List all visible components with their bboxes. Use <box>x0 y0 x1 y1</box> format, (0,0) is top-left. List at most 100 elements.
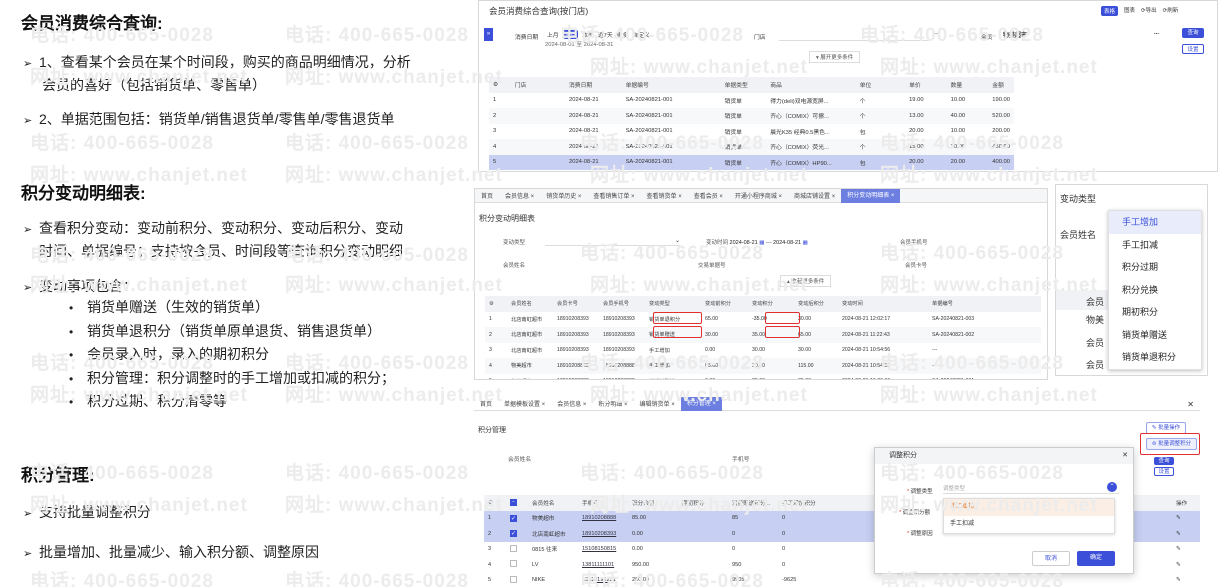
table-cell[interactable]: 15108150815 <box>578 542 628 558</box>
close-icon[interactable]: ✕ <box>1122 451 1128 459</box>
table-row[interactable]: 5 NIKE 13110191231 280.00 9905 -9625 ✎ <box>484 573 1200 587</box>
col-settings-icon[interactable]: ⚙ <box>489 77 511 93</box>
col-header: 手工增加积分 <box>778 495 858 511</box>
row-checkbox[interactable] <box>506 542 528 558</box>
table-row[interactable]: 5物美超市1891020888818910208888销货单赠送0.0085.0… <box>485 374 1041 379</box>
select-all-checkbox[interactable]: − <box>506 495 528 511</box>
sub-item-text: 会员录入时，录入的期初积分 <box>87 346 269 362</box>
date-opt-more[interactable]: 更多 <box>617 30 629 39</box>
tab-item[interactable]: 会员信息 × <box>551 399 592 408</box>
dot-bullet-icon: • <box>69 395 74 409</box>
watermark-text: 电话: 400-665-0028 <box>285 133 469 154</box>
col-header: 积分余额 <box>628 495 678 511</box>
table-row[interactable]: 1 2024-08-21 SA-20240821-001 销货单 得力(deli)双电源… <box>489 93 1014 109</box>
ok-button[interactable]: 确定 <box>1077 551 1115 566</box>
table-cell[interactable]: 18910208393 <box>578 526 628 542</box>
table-view-button[interactable]: 表格 <box>1101 6 1119 16</box>
table-cell[interactable]: 13811111101 <box>578 557 628 573</box>
edit-icon[interactable]: ✎ <box>1172 573 1200 587</box>
query-button[interactable]: 查询 <box>1154 457 1174 465</box>
query-button[interactable]: 查询 <box>1182 28 1204 38</box>
section-title-points-detail: 积分变动明细表: <box>21 184 146 203</box>
date-to[interactable]: 2024-08-21 <box>773 240 801 246</box>
tab-item[interactable]: 查看会员 × <box>688 191 729 200</box>
tab-item[interactable]: 会员信息 × <box>499 191 540 200</box>
col-settings-icon[interactable]: ⚙ <box>484 495 506 511</box>
export-button[interactable]: ⟳导出 <box>1141 6 1157 16</box>
table-cell: 115.00 <box>798 362 814 369</box>
table-cell: NIKE <box>532 577 546 584</box>
date-opt-this-month[interactable]: 本月 <box>562 30 579 39</box>
edit-icon[interactable]: ✎ <box>1172 510 1200 526</box>
store-select[interactable] <box>779 31 929 41</box>
date-opt-this-week[interactable]: 本周 <box>582 30 594 39</box>
edit-icon[interactable]: ✎ <box>1172 557 1200 573</box>
table-cell: 0 <box>782 546 786 553</box>
table-row[interactable]: 4 物美超市 18910208888 18910208888 手工增加 85.00 30.0… <box>485 358 1041 374</box>
expand-sidebar-icon[interactable]: » <box>484 28 493 41</box>
tab-item[interactable]: 积分变动明细表 × <box>841 189 901 203</box>
row-checkbox[interactable] <box>506 573 528 587</box>
table-cell: 包 <box>855 154 906 170</box>
chart-view-button[interactable]: 图表 <box>1124 6 1135 16</box>
arrow-bullet-icon: ➢ <box>23 282 33 294</box>
table-cell[interactable]: 18910208888 <box>578 510 628 526</box>
date-opt-last-month[interactable]: 上月 <box>547 30 559 39</box>
date-from[interactable]: 2024-08-21 <box>730 240 758 246</box>
row-checkbox[interactable] <box>506 557 528 573</box>
edit-icon[interactable]: ✎ <box>1172 542 1200 558</box>
option-manual-deduct[interactable]: 手工扣减 <box>1109 234 1201 257</box>
option-initial[interactable]: 期初积分 <box>1109 301 1201 324</box>
option-expired[interactable]: 积分过期 <box>1109 256 1201 279</box>
table-row[interactable]: 5 2024-08-21 SA-20240821-001 销货单 齐心（COMIX）HP… <box>489 154 1014 170</box>
collapse-conditions-button[interactable]: ▴ 收起更多条件 <box>780 275 832 287</box>
table-row[interactable]: 3 北店南虹超市 18910208393 18910208393 手工增加 0.00 30.… <box>485 343 1041 359</box>
edit-icon[interactable]: ✎ <box>1172 526 1200 542</box>
row-checkbox[interactable]: ✓ <box>506 526 528 542</box>
date-opt-custom[interactable]: 自定义 <box>632 30 649 39</box>
row-checkbox[interactable]: ✓ <box>506 510 528 526</box>
date-opt-7days[interactable]: 近7天 <box>598 30 613 39</box>
page-title: 积分管理 <box>478 427 506 434</box>
table-cell[interactable]: 13110191231 <box>578 573 628 587</box>
table-cell: 18910208393 <box>557 331 589 338</box>
tab-item[interactable]: 开通小程序商城 × <box>729 191 788 200</box>
tab-item[interactable]: 单据模板设置 × <box>498 399 551 408</box>
table-row[interactable]: 2 2024-08-21 SA-20240821-001 销货单 齐心（COMIX）可擦… <box>489 108 1014 124</box>
option-sales-gift[interactable]: 销货单赠送 <box>1109 324 1201 347</box>
table-row[interactable]: 2 北店南虹超市 18910208393 18910208393 销货单赠送 30.00 3… <box>485 327 1041 343</box>
table-row[interactable]: 4 2024-08-21 SA-20240821-001 销货单 齐心（COMIX）荧光… <box>489 139 1014 155</box>
table-row[interactable]: 1 北店南虹超市 18910208393 18910208393 销货单退积分 65.00… <box>485 312 1041 328</box>
settings-button[interactable]: 设置 <box>1182 44 1204 54</box>
expand-conditions-button[interactable]: ▾ 展开更多条件 <box>809 51 861 63</box>
tab-item[interactable]: 商城店铺设置 × <box>788 191 841 200</box>
calendar-icon[interactable]: ▦ <box>803 240 808 246</box>
tab-item[interactable]: 积分管理 × <box>680 397 722 411</box>
calendar-icon[interactable]: ▦ <box>759 240 764 246</box>
close-icon[interactable]: ✕ <box>1187 400 1194 409</box>
type-select[interactable]: 调整类型 ⌃ <box>943 482 1119 494</box>
tab-item[interactable]: 首页 <box>475 191 499 200</box>
option-sales-refund[interactable]: 销货单退积分 <box>1109 346 1201 369</box>
cancel-button[interactable]: 取消 <box>1032 551 1070 566</box>
tab-item[interactable]: 积分明细 × <box>592 399 633 408</box>
settings-button[interactable]: 设置 <box>1154 467 1174 476</box>
tab-item[interactable]: 编辑销货单 × <box>634 399 681 408</box>
tab-item[interactable]: 查看销货单 × <box>641 191 688 200</box>
option-manual-add[interactable]: 手工增加 <box>944 499 1114 516</box>
tab-item[interactable]: 首页 <box>474 399 498 408</box>
table-cell: 19.00 <box>909 97 924 104</box>
option-manual-deduct[interactable]: 手工扣减 <box>944 516 1114 533</box>
tab-item[interactable]: 查看销售订单 × <box>587 191 640 200</box>
option-manual-add[interactable]: 手工增加 <box>1109 211 1201 234</box>
member-select[interactable]: 物美超市... <box>1003 30 1163 41</box>
option-redeem[interactable]: 积分兑换 <box>1109 279 1201 302</box>
col-header: 会员卡号 <box>553 296 599 312</box>
table-row[interactable]: 3 2024-08-21 SA-20240821-001 销货单 晨光K35 经典0.5… <box>489 124 1014 140</box>
table-cell <box>511 139 565 155</box>
change-type-select[interactable]: ⌄ <box>545 237 680 246</box>
refresh-button[interactable]: ⟳刷新 <box>1163 6 1179 16</box>
tab-item[interactable]: 销货单历史 × <box>540 191 587 200</box>
points-sub-list: • 销货单赠送（生效的销货单） • 销货单退积分（销货单原单退货、销售退货单） • 会… <box>69 296 395 414</box>
col-settings-icon[interactable]: ⚙ <box>485 296 507 312</box>
